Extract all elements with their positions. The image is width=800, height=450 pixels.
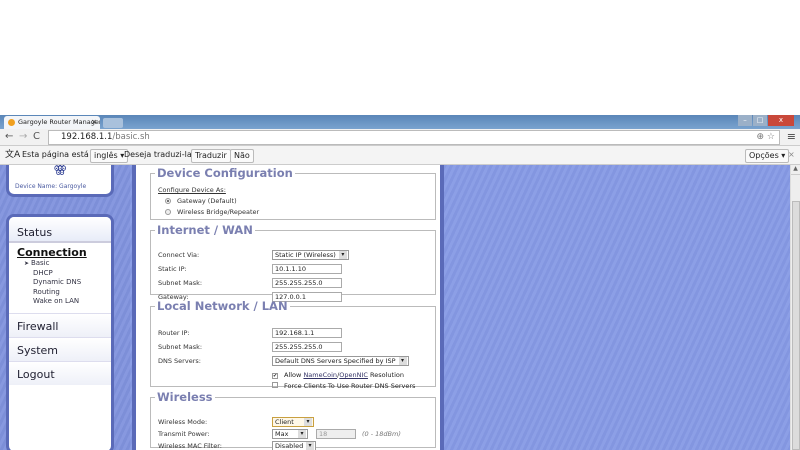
section-title: Device Configuration	[157, 166, 293, 180]
configure-as-label: Configure Device As:	[158, 186, 226, 194]
tab-title: Gargoyle Router Managem	[18, 118, 100, 126]
options-button[interactable]: Opções ▾	[745, 149, 790, 163]
options-label: Opções	[749, 151, 779, 160]
gargoyle-favicon-icon	[8, 119, 15, 126]
scroll-up-icon[interactable]: ▲	[791, 165, 800, 175]
connect-via-label: Connect Via:	[158, 251, 200, 259]
wan-section: Internet / WAN Connect Via: Static IP (W…	[150, 223, 436, 302]
static-ip-input[interactable]: 10.1.1.10	[272, 264, 342, 274]
bridge-radio[interactable]: Wireless Bridge/Repeater	[165, 208, 259, 216]
device-config-section: Device Configuration Configure Device As…	[150, 166, 436, 220]
translate-bar: 文A Esta página está em inglês ▾ Deseja t…	[0, 146, 800, 165]
nav-connection[interactable]: Connection	[9, 243, 111, 259]
language-select[interactable]: inglês ▾	[90, 149, 129, 163]
opennic-link[interactable]: OpenNIC	[339, 371, 368, 379]
section-title: Internet / WAN	[157, 223, 253, 237]
nav-basic[interactable]: Basic	[9, 259, 111, 269]
sidebar: ꙮ Device Name: Gargoyle Status Connectio…	[0, 165, 130, 450]
device-name: Device Name: Gargoyle	[15, 183, 87, 190]
window-titlebar: Gargoyle Router Managem × – □ x	[0, 115, 800, 129]
close-tab-icon[interactable]: ×	[91, 116, 97, 129]
browser-tab[interactable]: Gargoyle Router Managem ×	[4, 116, 100, 129]
router-ip-input[interactable]: 192.168.1.1	[272, 328, 342, 338]
force-dns-label: Force Clients To Use Router DNS Servers	[284, 382, 416, 390]
wan-subnet-input[interactable]: 255.255.255.0	[272, 278, 342, 288]
translate-button[interactable]: Traduzir	[191, 149, 231, 163]
connect-via-select[interactable]: Static IP (Wireless)	[272, 250, 349, 260]
dns-select[interactable]: Default DNS Servers Specified by ISP	[272, 356, 409, 366]
nav-status[interactable]: Status	[9, 217, 111, 243]
url-host: 192.168.1.1	[61, 132, 113, 142]
bookmark-star-icon[interactable]: ☆	[767, 132, 775, 142]
zoom-icon[interactable]: ⊕	[757, 132, 765, 142]
gateway-radio[interactable]: Gateway (Default)	[165, 197, 237, 205]
url-path: /basic.sh	[112, 132, 150, 142]
mac-filter-label: Wireless MAC Filter:	[158, 442, 222, 450]
resolution-label: Resolution	[370, 371, 404, 379]
minimize-icon[interactable]: –	[738, 115, 752, 126]
nav-firewall[interactable]: Firewall	[9, 312, 111, 337]
allow-label: Allow	[284, 371, 302, 379]
nav-system[interactable]: System	[9, 336, 111, 361]
lan-section: Local Network / LAN Router IP: 192.168.1…	[150, 299, 436, 390]
bridge-label: Wireless Bridge/Repeater	[177, 208, 260, 216]
wireless-section: Wireless Wireless Mode: Client Transmit …	[150, 390, 436, 450]
transmit-power-select[interactable]: Max	[272, 429, 308, 439]
router-ip-label: Router IP:	[158, 329, 190, 337]
scrollbar-thumb[interactable]	[792, 201, 800, 450]
forward-icon[interactable]: →	[19, 131, 27, 142]
address-bar-row: ← → C 192.168.1.1/basic.sh ⊕ ☆ ≡	[0, 129, 800, 146]
section-title: Wireless	[157, 390, 213, 404]
transmit-power-range: (0 - 18dBm)	[362, 430, 401, 438]
reload-icon[interactable]: C	[33, 131, 40, 142]
gateway-label: Gateway (Default)	[177, 197, 237, 205]
nav-menu: Status Connection Basic DHCP Dynamic DNS…	[6, 214, 114, 450]
nav-wake-on-lan[interactable]: Wake on LAN	[9, 297, 111, 307]
force-dns-checkbox[interactable]: Force Clients To Use Router DNS Servers	[272, 382, 415, 390]
lan-subnet-input[interactable]: 255.255.255.0	[272, 342, 342, 352]
language-value: inglês	[94, 151, 118, 160]
transmit-power-input[interactable]: 18	[316, 429, 356, 439]
wireless-mode-label: Wireless Mode:	[158, 418, 208, 426]
mac-filter-select[interactable]: Disabled	[272, 441, 316, 450]
wireless-mode-select[interactable]: Client	[272, 417, 314, 427]
main-panel: Device Configuration Configure Device As…	[132, 165, 444, 450]
allow-namecoin-checkbox[interactable]: ✔ Allow NameCoin/OpenNIC Resolution	[272, 371, 404, 379]
maximize-icon[interactable]: □	[753, 115, 767, 126]
device-box: ꙮ Device Name: Gargoyle	[6, 165, 114, 197]
no-translate-button[interactable]: Não	[230, 149, 254, 163]
close-translate-icon[interactable]: ×	[788, 149, 795, 161]
transmit-power-label: Transmit Power:	[158, 430, 210, 438]
translate-question: Deseja traduzi-la?	[124, 150, 196, 159]
scrollbar[interactable]: ▲	[790, 165, 800, 450]
close-window-icon[interactable]: x	[768, 115, 794, 126]
new-tab-button[interactable]	[103, 118, 123, 128]
nav-dhcp[interactable]: DHCP	[9, 269, 111, 279]
gargoyle-logo-icon: ꙮ	[54, 165, 67, 176]
dns-label: DNS Servers:	[158, 357, 201, 365]
lan-subnet-label: Subnet Mask:	[158, 343, 203, 351]
menu-icon[interactable]: ≡	[787, 130, 796, 143]
translate-icon: 文A	[5, 150, 21, 160]
static-ip-label: Static IP:	[158, 265, 187, 273]
nav-routing[interactable]: Routing	[9, 288, 111, 298]
page-content: ꙮ Device Name: Gargoyle Status Connectio…	[0, 165, 790, 450]
nav-logout[interactable]: Logout	[9, 360, 111, 385]
back-icon[interactable]: ←	[5, 131, 13, 142]
section-title: Local Network / LAN	[157, 299, 288, 313]
namecoin-link[interactable]: NameCoin	[303, 371, 337, 379]
wan-subnet-label: Subnet Mask:	[158, 279, 203, 287]
url-input[interactable]: 192.168.1.1/basic.sh ⊕ ☆	[48, 130, 780, 145]
nav-dynamic-dns[interactable]: Dynamic DNS	[9, 278, 111, 288]
